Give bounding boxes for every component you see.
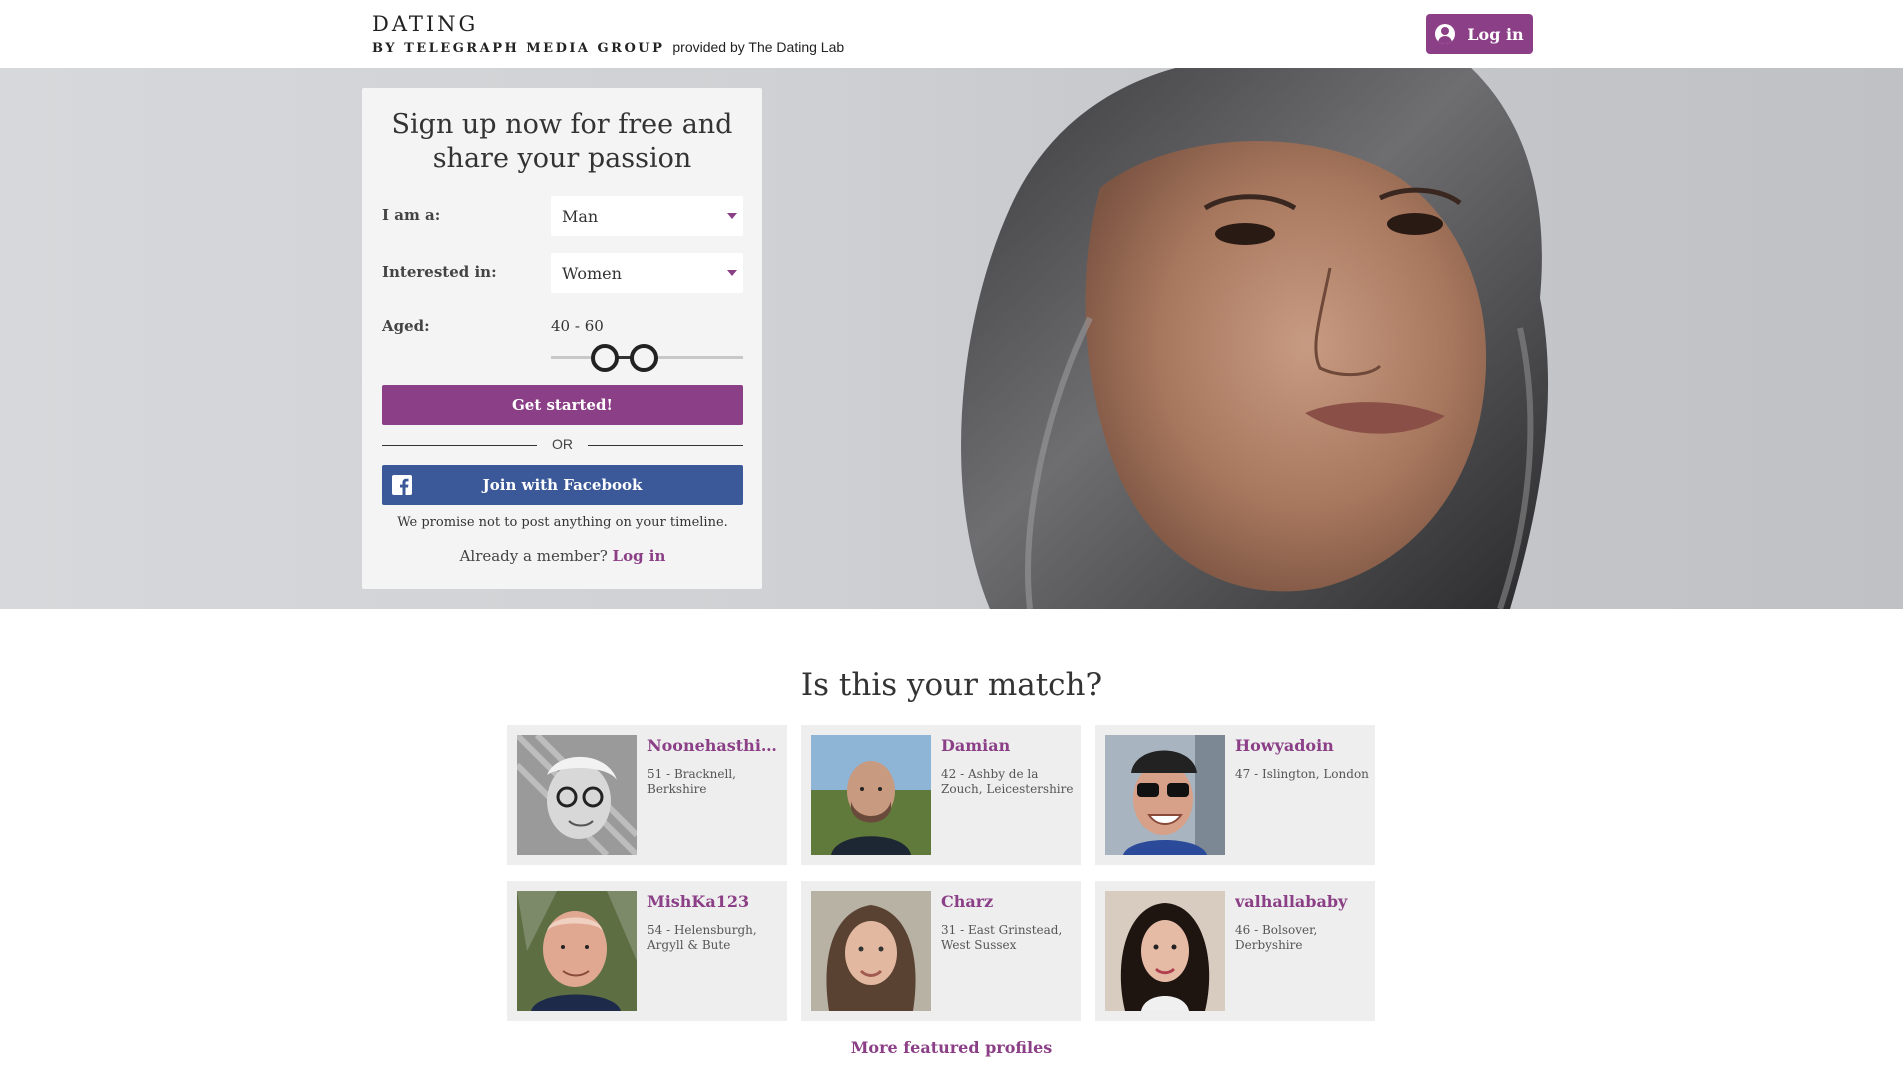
header-login-label: Log in [1467,24,1524,44]
profile-photo [811,735,931,855]
header-login-button[interactable]: Log in [1426,14,1533,54]
profile-info: 47 - Islington, London [1235,767,1369,781]
signup-form: Sign up now for free and share your pass… [362,88,762,589]
age-range-value: 40 - 60 [551,317,604,335]
user-icon [1435,24,1456,44]
facebook-promise-note: We promise not to post anything on your … [397,515,728,530]
chevron-down-icon [727,213,737,219]
matches-title: Is this your match? [800,667,1103,703]
member-login-link[interactable]: Log in [613,547,666,565]
or-label: OR [552,436,573,452]
facebook-icon [392,475,412,495]
brand-logo[interactable]: DATING BY TELEGRAPH MEDIA GROUP provided… [372,12,844,56]
get-started-button[interactable]: Get started! [382,385,743,425]
profile-name: MishKa123 [647,892,750,911]
profile-name: Howyadoin [1235,736,1334,755]
or-divider: OR [382,436,743,456]
member-login-row: Already a member? Log in [382,547,743,565]
divider-line [588,445,743,446]
profile-photo [517,735,637,855]
profile-photo [811,891,931,1011]
profile-card[interactable]: Damian 42 - Ashby de la Zouch, Leicester… [801,725,1081,865]
age-slider-max-handle[interactable] [630,344,658,372]
more-featured-profiles-link[interactable]: More featured profiles [0,1038,1903,1057]
profile-photo [1105,735,1225,855]
gender-label: I am a: [382,206,441,224]
interest-label: Interested in: [382,263,497,281]
brand-subtitle: BY TELEGRAPH MEDIA GROUP [372,41,665,56]
signup-title: Sign up now for free and share your pass… [391,109,733,174]
gender-select[interactable]: Man [551,196,743,236]
profile-card[interactable]: Charz 31 - East Grinstead, West Sussex [801,881,1081,1021]
hero-portrait-image [961,68,1549,609]
join-facebook-button[interactable]: Join with Facebook [382,465,743,505]
age-label: Aged: [382,317,430,335]
interest-select-value: Women [562,263,622,283]
profile-photo [517,891,637,1011]
profile-name: Damian [941,736,1011,755]
member-prompt: Already a member? [459,547,608,565]
brand-provided-by: provided by The Dating Lab [672,39,845,55]
chevron-down-icon [727,270,737,276]
profile-card[interactable]: valhallababy 46 - Bolsover, Derbyshire [1095,881,1375,1021]
profile-info: 46 - Bolsover, Derbyshire [1235,923,1318,952]
brand-title: DATING [372,12,479,36]
profile-name: Charz [941,892,994,911]
profile-info: 54 - Helensburgh, Argyll & Bute [647,923,757,952]
age-slider-min-handle[interactable] [591,344,619,372]
profile-info: 42 - Ashby de la Zouch, Leicestershire [941,767,1074,796]
profile-card[interactable]: Howyadoin 47 - Islington, London [1095,725,1375,865]
profile-name: valhallababy [1235,892,1348,911]
profile-info: 31 - East Grinstead, West Sussex [941,923,1063,952]
hero-banner [0,68,1903,609]
profile-card[interactable]: Noonehasthis... 51 - Bracknell, Berkshir… [507,725,787,865]
gender-select-value: Man [562,206,599,226]
profile-name: Noonehasthis... [647,736,781,755]
profile-info: 51 - Bracknell, Berkshire [647,767,736,796]
site-header: DATING BY TELEGRAPH MEDIA GROUP provided… [0,0,1903,68]
interest-select[interactable]: Women [551,253,743,293]
profile-photo [1105,891,1225,1011]
join-facebook-label: Join with Facebook [482,476,643,494]
profile-card[interactable]: MishKa123 54 - Helensburgh, Argyll & But… [507,881,787,1021]
